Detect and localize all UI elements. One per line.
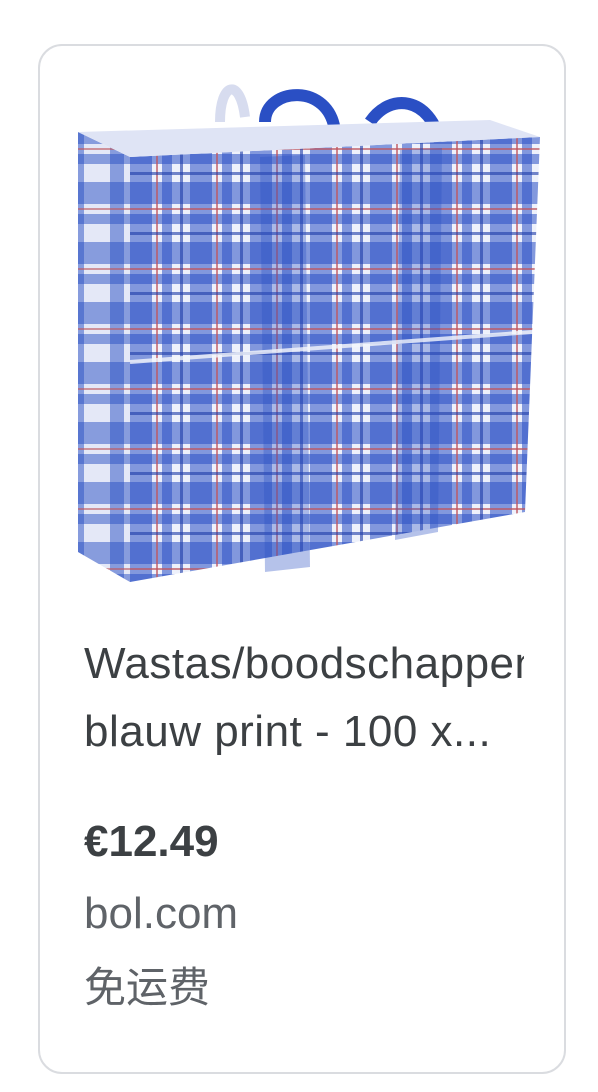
product-title-line-1[interactable]: Wastas/boodschappentas — [84, 630, 524, 698]
product-image[interactable] — [70, 62, 540, 582]
product-price: €12.49 — [84, 817, 219, 866]
product-title-line-2[interactable]: blauw print - 100 x... — [84, 698, 524, 766]
shipping-info: 免运费 — [84, 964, 211, 1011]
merchant-name: bol.com — [84, 889, 239, 938]
product-card[interactable]: Wastas/boodschappentas blauw print - 100… — [38, 44, 566, 1074]
product-title[interactable]: Wastas/boodschappentas blauw print - 100… — [84, 630, 524, 766]
